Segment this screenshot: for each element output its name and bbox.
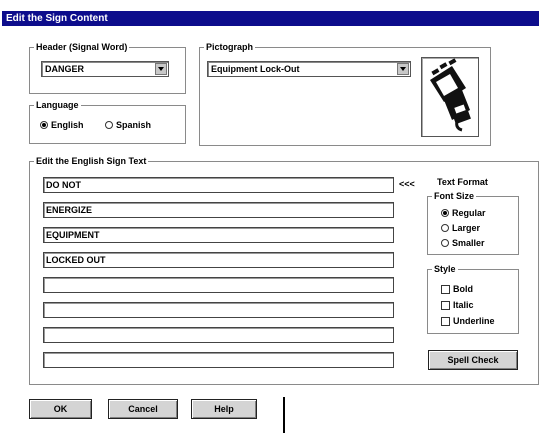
checkbox-icon[interactable] [441,300,450,310]
language-group-legend: Language [36,100,79,110]
sign-text-line-6[interactable] [43,302,394,318]
radio-icon[interactable] [105,121,113,129]
radio-selected-icon[interactable] [40,121,48,129]
header-select[interactable]: DANGER [41,61,169,77]
window-title: Edit the Sign Content [2,11,539,26]
sign-text-line-2[interactable]: ENERGIZE [43,202,394,218]
sign-text-line-8[interactable] [43,352,394,368]
pictograph-select-value: Equipment Lock-Out [211,64,300,74]
text-format-title: Text Format [437,177,488,187]
help-button[interactable]: Help [191,399,257,419]
sign-text-line-5[interactable] [43,277,394,293]
radio-icon[interactable] [441,224,449,232]
language-spanish-label: Spanish [116,120,152,130]
font-size-larger-label: Larger [452,223,481,233]
chevron-down-icon[interactable] [155,63,167,75]
ok-button[interactable]: OK [29,399,92,419]
sign-text-line-3[interactable]: EQUIPMENT [43,227,394,243]
font-size-regular-radio[interactable]: Regular [441,208,486,218]
pictograph-select[interactable]: Equipment Lock-Out [207,61,411,77]
language-english-label: English [51,120,84,130]
checkbox-icon[interactable] [441,316,450,326]
sign-text-group-legend: Edit the English Sign Text [36,156,147,166]
style-bold-checkbox[interactable]: Bold [441,284,473,294]
radio-selected-icon[interactable] [441,209,449,217]
spell-check-button[interactable]: Spell Check [428,350,518,370]
style-italic-label: Italic [453,300,474,310]
style-underline-checkbox[interactable]: Underline [441,316,495,326]
font-size-smaller-radio[interactable]: Smaller [441,238,485,248]
style-italic-checkbox[interactable]: Italic [441,300,474,310]
cancel-button[interactable]: Cancel [108,399,178,419]
chevron-down-icon[interactable] [397,63,409,75]
sign-text-line-4[interactable]: LOCKED OUT [43,252,394,268]
language-english-radio[interactable]: English [40,120,84,130]
active-line-marker: <<< [399,179,415,189]
pictograph-group-legend: Pictograph [206,42,254,52]
checkbox-icon[interactable] [441,284,450,294]
edit-sign-dialog: Edit the Sign Content Header (Signal Wor… [0,0,541,433]
font-size-smaller-label: Smaller [452,238,485,248]
sign-text-line-7[interactable] [43,327,394,343]
radio-icon[interactable] [441,239,449,247]
style-bold-label: Bold [453,284,473,294]
text-cursor-line [283,397,285,433]
font-size-legend: Font Size [434,191,474,201]
header-group-legend: Header (Signal Word) [36,42,128,52]
font-size-larger-radio[interactable]: Larger [441,223,480,233]
style-legend: Style [434,264,456,274]
font-size-regular-label: Regular [452,208,486,218]
header-select-value: DANGER [45,64,85,74]
sign-text-line-1[interactable]: DO NOT [43,177,394,193]
lockout-hand-icon [430,58,471,132]
language-spanish-radio[interactable]: Spanish [105,120,151,130]
style-underline-label: Underline [453,316,495,326]
pictograph-preview [421,57,479,137]
